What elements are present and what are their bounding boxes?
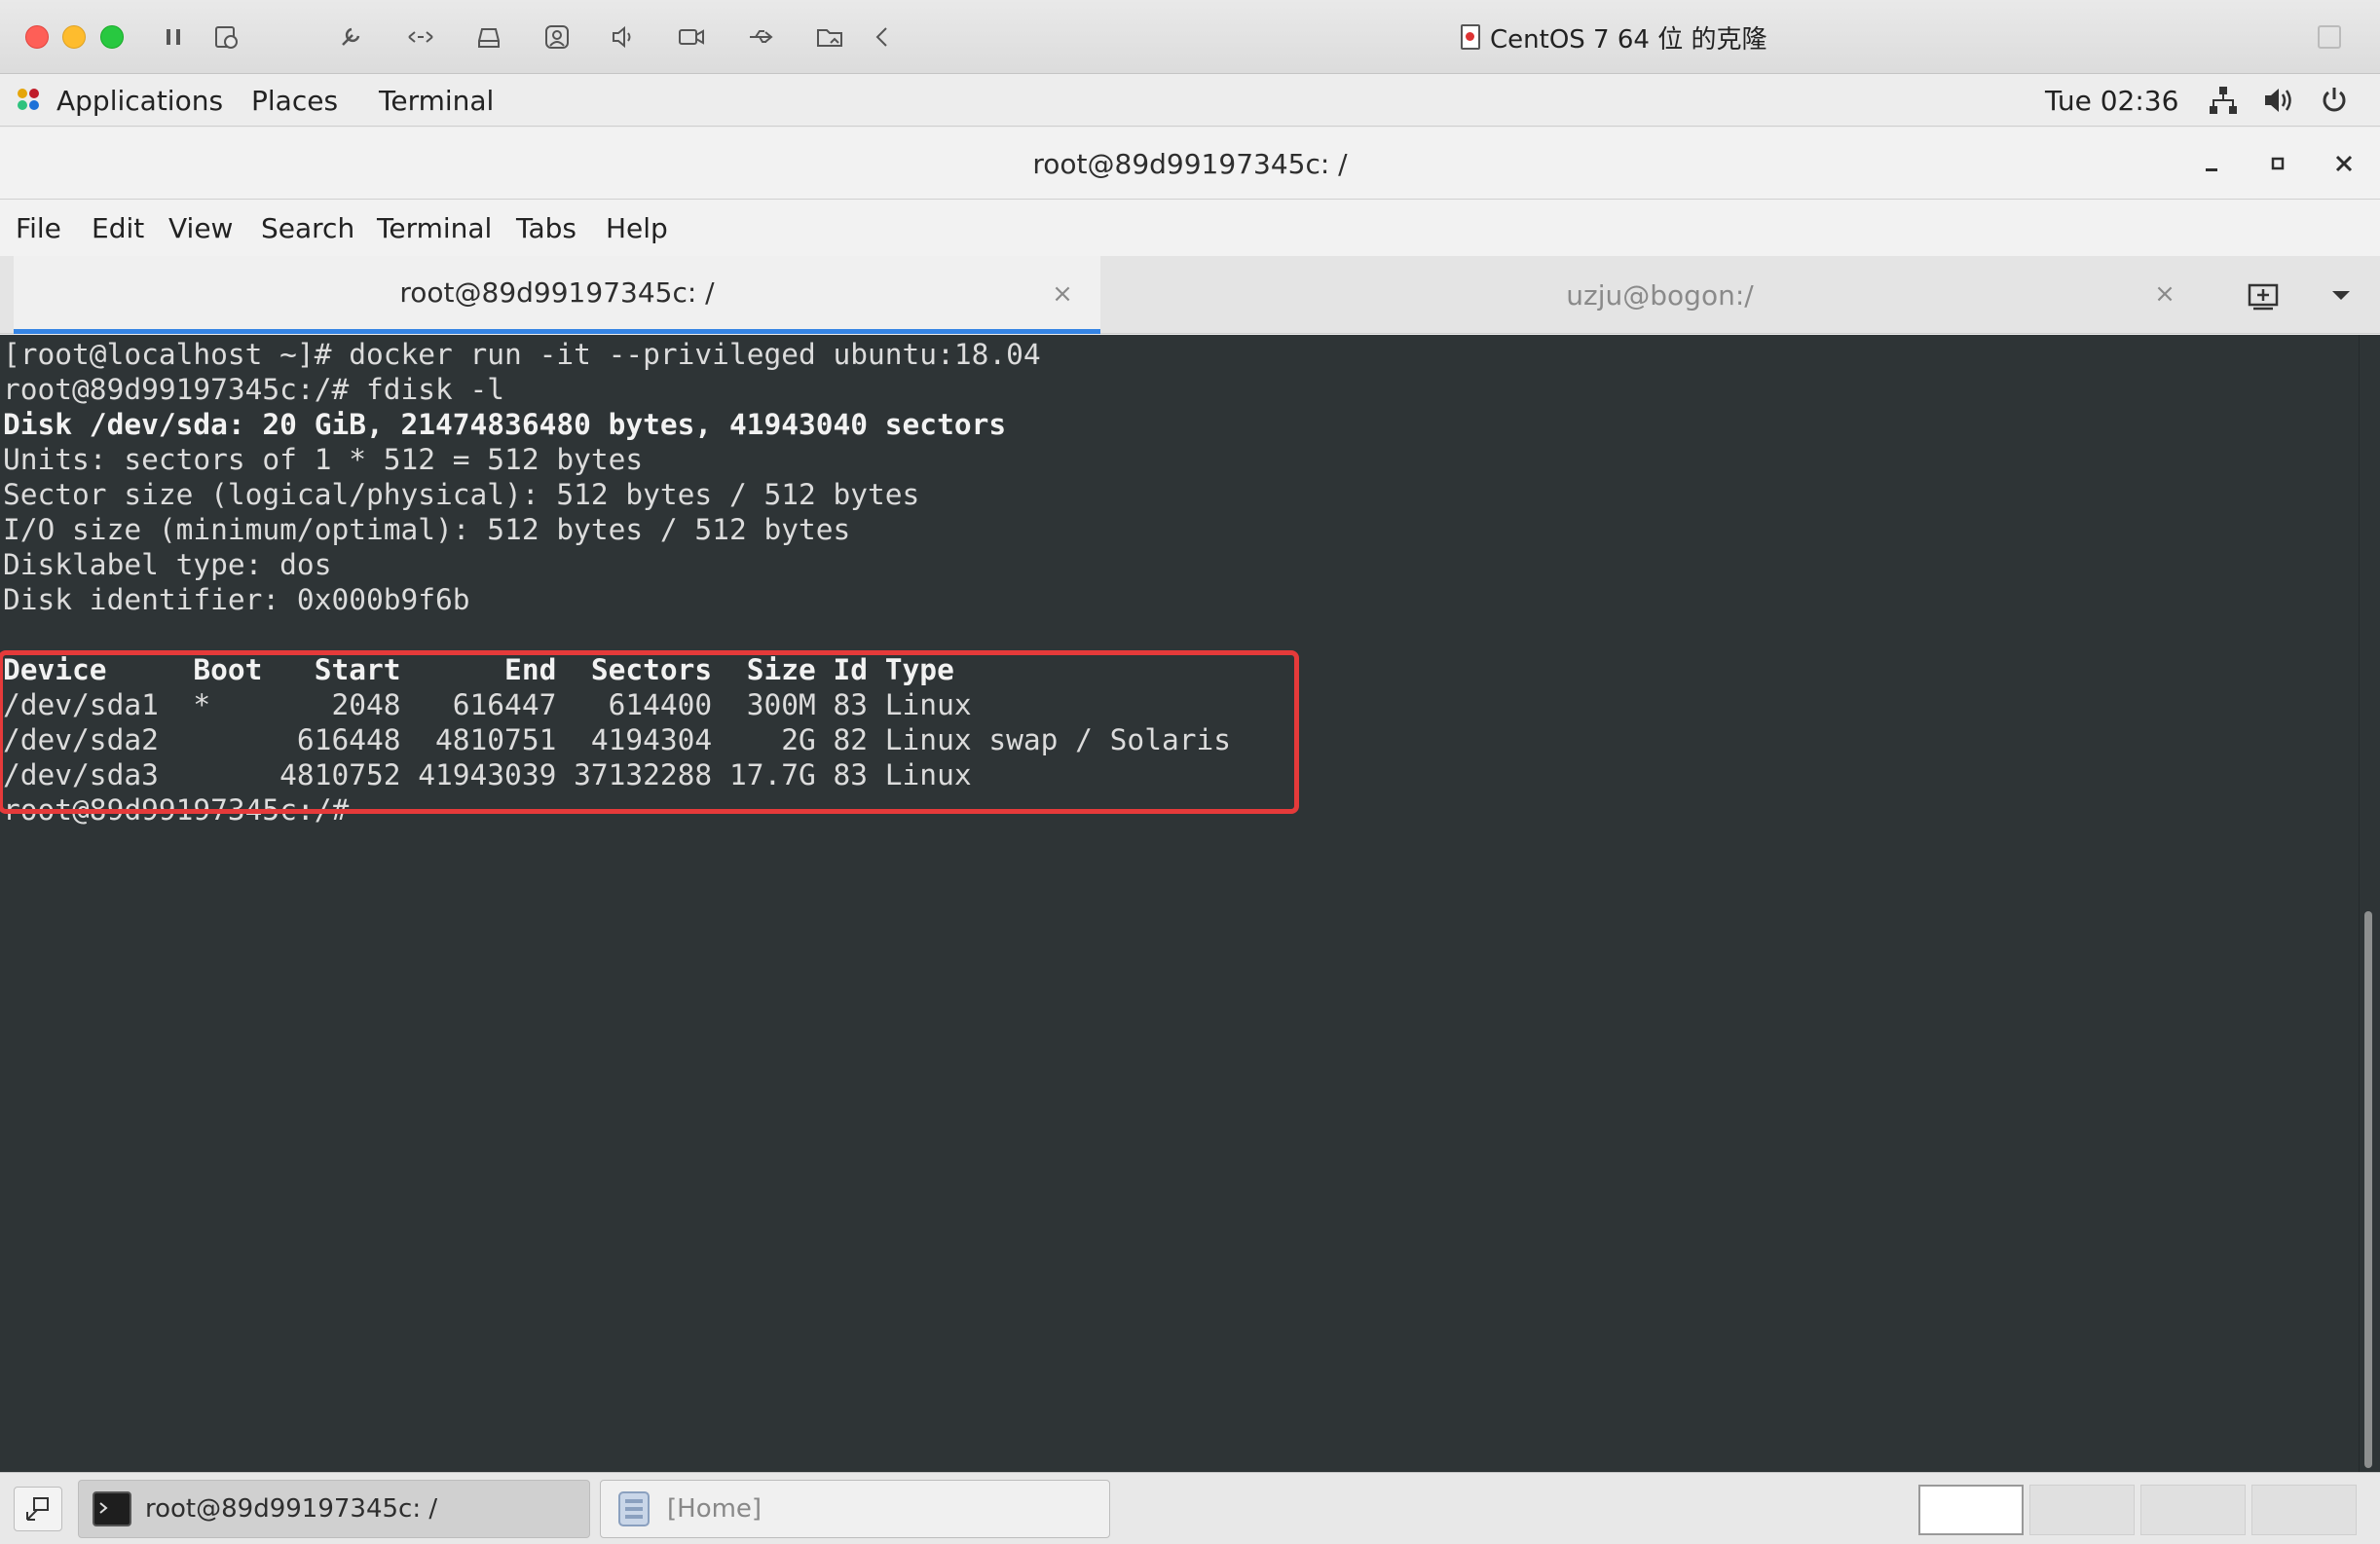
minimize-icon[interactable] [2193,145,2230,182]
network-icon[interactable] [2207,84,2240,117]
applications-menu[interactable]: Applications [16,74,223,127]
tabs-dropdown-chevron-down-icon[interactable] [2322,276,2361,314]
new-tab-icon[interactable] [2244,276,2283,314]
applications-label: Applications [56,84,224,117]
workspace-1[interactable] [1918,1485,2024,1535]
menu-tabs[interactable]: Tabs [516,200,576,256]
tab-close-icon[interactable]: × [1048,279,1077,309]
places-label: Places [251,84,339,117]
vm-document-icon [1461,24,1480,50]
show-desktop-button[interactable] [14,1487,62,1531]
terminal-headerbar: root@89d99197345c: / [0,128,2380,200]
tab-bar: root@89d99197345c: / × uzju@bogon:/ × [0,256,2380,334]
workspace-2[interactable] [2029,1485,2135,1535]
close-window-button[interactable] [25,25,49,49]
tab-close-icon[interactable]: × [2150,279,2179,309]
disk-icon[interactable] [471,19,506,55]
restore-icon[interactable] [2318,25,2341,49]
back-chevron-icon[interactable] [865,19,900,55]
clock[interactable]: Tue 02:36 [2045,74,2178,127]
taskbar-home[interactable]: [Home] [600,1480,1110,1538]
terminal-line: Disk identifier: 0x000b9f6b [3,583,470,616]
gnome-bottom-panel: root@89d99197345c: / [Home] [0,1472,2380,1544]
settings-wrench-icon[interactable] [333,19,368,55]
applications-icon [16,87,43,114]
workspace-3[interactable] [2140,1485,2246,1535]
partition-table-highlight [0,650,1299,814]
terminal-app-menu[interactable]: Terminal [379,74,494,127]
menu-search[interactable]: Search [261,200,354,256]
vm-titlebar: CentOS 7 64 位 的克隆 [0,0,2380,74]
tab-root-container[interactable]: root@89d99197345c: / [14,256,1100,334]
scrollbar-thumb[interactable] [2364,911,2372,1468]
menu-edit[interactable]: Edit [92,200,144,256]
folder-icon[interactable] [812,19,847,55]
network-arrows-icon[interactable] [403,19,438,55]
menu-terminal[interactable]: Terminal [377,200,492,256]
user-icon[interactable] [539,19,575,55]
gnome-top-bar: Applications Places Terminal Tue 02:36 [0,74,2380,127]
vm-title-text: CentOS 7 64 位 的克隆 [1490,24,1767,55]
terminal-line: Disklabel type: dos [3,548,332,581]
taskbar-home-label: [Home] [667,1494,762,1524]
terminal-line: Units: sectors of 1 * 512 = 512 bytes [3,443,644,476]
menu-help[interactable]: Help [606,200,668,256]
minimize-window-button[interactable] [62,25,86,49]
maximize-icon[interactable] [2259,145,2296,182]
places-menu[interactable]: Places [251,74,338,127]
terminal-line: root@89d99197345c:/# fdisk -l [3,373,505,406]
terminal-window-title: root@89d99197345c: / [1032,147,1348,180]
snapshot-icon[interactable] [208,19,243,55]
tab-label: root@89d99197345c: / [399,276,715,309]
close-icon[interactable] [2325,145,2362,182]
workspace-4[interactable] [2251,1485,2357,1535]
camera-icon[interactable] [674,19,709,55]
terminal-app-label: Terminal [379,84,495,117]
taskbar-terminal-label: root@89d99197345c: / [145,1494,438,1524]
terminal-menubar: File Edit View Search Terminal Tabs Help [0,200,2380,256]
file-manager-icon [618,1491,650,1526]
taskbar-terminal[interactable]: root@89d99197345c: / [78,1480,590,1538]
usb-icon[interactable] [744,19,779,55]
terminal-line: Sector size (logical/physical): 512 byte… [3,478,920,511]
terminal-output[interactable]: [root@localhost ~]# docker run -it --pri… [0,335,2359,1472]
terminal-icon [93,1491,131,1526]
terminal-line: I/O size (minimum/optimal): 512 bytes / … [3,513,851,546]
menu-file[interactable]: File [16,200,61,256]
tab-label: uzju@bogon:/ [1566,278,1754,312]
tab-uzju-bogon[interactable]: uzju@bogon:/ [1102,256,2217,334]
show-desktop-icon [26,1497,49,1521]
volume-icon[interactable] [2261,84,2294,117]
pause-icon[interactable] [156,19,191,55]
menu-view[interactable]: View [168,200,233,256]
sound-icon[interactable] [606,19,641,55]
vm-window-title: CentOS 7 64 位 的克隆 [1461,0,1766,74]
terminal-line: Disk /dev/sda: 20 GiB, 21474836480 bytes… [3,408,1007,441]
terminal-line: [root@localhost ~]# docker run -it --pri… [3,338,1041,371]
zoom-window-button[interactable] [100,25,124,49]
power-icon[interactable] [2318,84,2351,117]
